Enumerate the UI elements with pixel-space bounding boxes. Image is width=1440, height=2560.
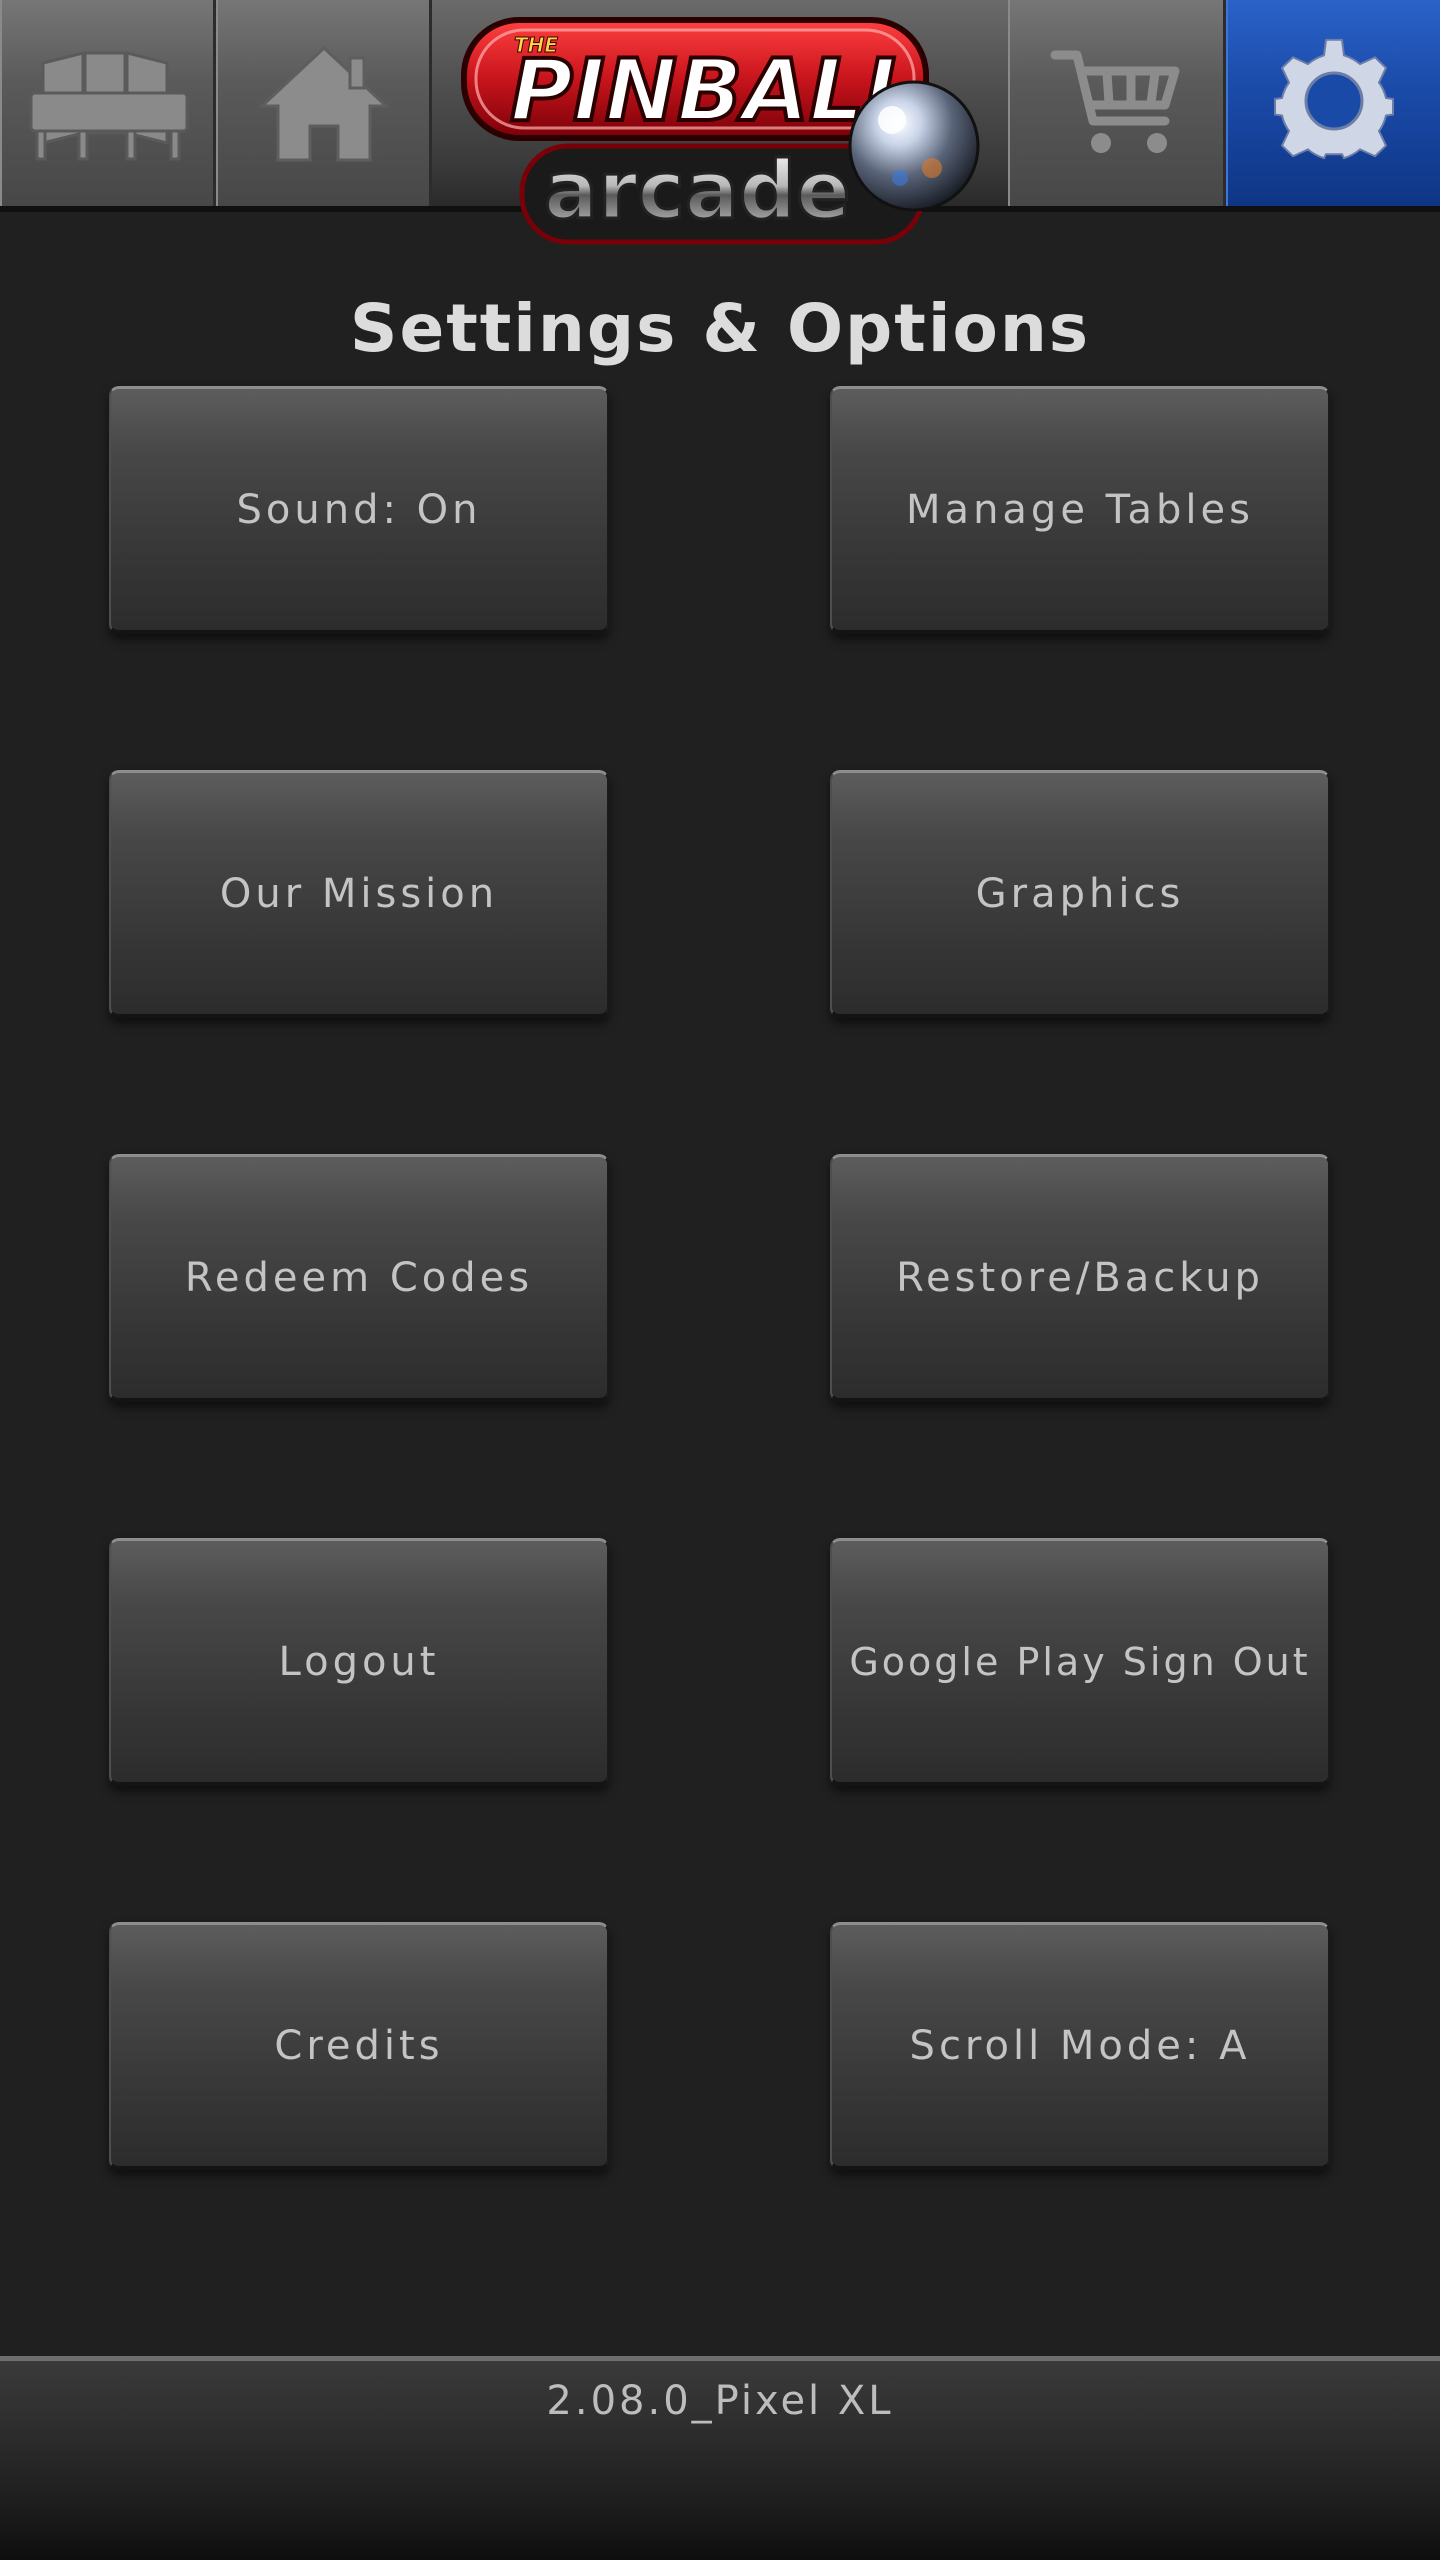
redeem-codes-button[interactable]: Redeem Codes: [109, 1154, 609, 1402]
sound-toggle-button[interactable]: Sound: On: [109, 386, 609, 634]
pinball-tables-icon: [29, 51, 188, 161]
settings-screen: THE PINBALL arcade Settings & Options So…: [0, 0, 1440, 2560]
scroll-mode-button[interactable]: Scroll Mode: A: [830, 1922, 1330, 2170]
restore-backup-button[interactable]: Restore/Backup: [830, 1154, 1330, 1402]
pinball-arcade-logo: THE PINBALL arcade: [452, 8, 1012, 258]
gear-icon: [1274, 38, 1394, 160]
tab-settings[interactable]: [1226, 0, 1440, 206]
tab-tables[interactable]: [0, 0, 216, 206]
google-play-sign-out-button[interactable]: Google Play Sign Out: [830, 1538, 1330, 1786]
top-nav-bar: THE PINBALL arcade: [0, 0, 1440, 245]
tab-home[interactable]: [216, 0, 432, 206]
graphics-button[interactable]: Graphics: [830, 770, 1330, 1018]
credits-button[interactable]: Credits: [109, 1922, 609, 2170]
page-title: Settings & Options: [349, 290, 1091, 367]
home-icon: [257, 45, 390, 162]
our-mission-button[interactable]: Our Mission: [109, 770, 609, 1018]
tab-store[interactable]: [1008, 0, 1226, 206]
manage-tables-button[interactable]: Manage Tables: [830, 386, 1330, 634]
logout-button[interactable]: Logout: [109, 1538, 609, 1786]
version-label: 2.08.0_Pixel XL: [546, 2378, 894, 2424]
logo-sub-text: arcade: [544, 144, 850, 237]
shopping-cart-icon: [1050, 50, 1179, 153]
